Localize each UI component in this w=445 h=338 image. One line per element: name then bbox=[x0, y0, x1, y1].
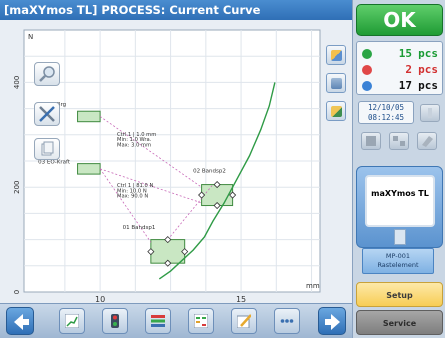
x-tick-label: 15 bbox=[236, 295, 246, 303]
device-screen: maXYmos TL bbox=[365, 175, 435, 227]
setup-button[interactable]: Setup bbox=[356, 282, 443, 307]
tools-button[interactable] bbox=[34, 102, 60, 126]
ok-button[interactable]: OK bbox=[356, 4, 443, 36]
traffic-light-icon bbox=[111, 314, 119, 328]
nok-count: 2 bbox=[405, 63, 412, 76]
curve-view-button[interactable] bbox=[59, 308, 85, 334]
network-icon bbox=[393, 136, 405, 146]
magnifier-icon bbox=[39, 66, 55, 82]
forward-button[interactable] bbox=[318, 307, 346, 335]
total-count-row: 17 pcs bbox=[357, 78, 442, 94]
more-button[interactable] bbox=[274, 308, 300, 334]
time-text: 08:12:45 bbox=[367, 113, 405, 122]
program-name: Rastelement bbox=[377, 261, 419, 269]
device-name: maXYmos TL bbox=[371, 189, 429, 198]
y-tick-label: 200 bbox=[13, 181, 21, 194]
y-axis-label: N bbox=[28, 33, 33, 41]
nok-count-row: 2 pcs bbox=[357, 62, 442, 78]
statistics-icon bbox=[194, 314, 208, 328]
more-icon bbox=[280, 319, 294, 323]
annotation-01: 01 Bandsp1 bbox=[123, 225, 156, 231]
right-panel: OK 15 pcs 2 pcs 17 pcs 12/10/05 08:12:45 bbox=[352, 0, 445, 338]
network-button[interactable] bbox=[389, 132, 409, 150]
device-stand bbox=[394, 229, 406, 245]
eraser-icon bbox=[422, 136, 433, 147]
list-icon bbox=[151, 315, 165, 327]
nok-status-icon bbox=[362, 65, 372, 75]
total-count-unit: pcs bbox=[418, 79, 438, 92]
ok-count-unit: pcs bbox=[418, 47, 438, 60]
ok-count-row: 15 pcs bbox=[357, 46, 442, 62]
arrow-left-icon bbox=[14, 314, 29, 330]
memory-button[interactable] bbox=[361, 132, 381, 150]
copy-icon bbox=[41, 141, 54, 156]
evaluation-text-line: Max: 3.0 mm bbox=[117, 142, 151, 148]
nok-count-unit: pcs bbox=[418, 63, 438, 76]
chart-panel: 10150200400mmN 04 Off-Brg03 EO-Kraft02 B… bbox=[0, 20, 352, 303]
edit-curve-button[interactable] bbox=[231, 308, 257, 334]
piece-counter: 15 pcs 2 pcs 17 pcs bbox=[356, 41, 443, 95]
memory-icon bbox=[366, 136, 376, 146]
chart-compare-button[interactable] bbox=[326, 73, 346, 93]
edit-curve-icon bbox=[237, 314, 251, 328]
ok-status-icon bbox=[362, 49, 372, 59]
x-tick-label: 10 bbox=[95, 295, 105, 303]
chart-view-button[interactable] bbox=[326, 45, 346, 65]
zoom-button[interactable] bbox=[34, 62, 60, 86]
window-title: [maXYmos TL] PROCESS: Current Curve bbox=[0, 0, 352, 20]
chart-export-icon bbox=[331, 106, 342, 117]
traffic-light-button[interactable] bbox=[102, 308, 128, 334]
eraser-button[interactable] bbox=[417, 132, 437, 150]
y-tick-label: 0 bbox=[13, 290, 21, 294]
app-root: [maXYmos TL] PROCESS: Current Curve 10 15… bbox=[0, 0, 445, 338]
results-list-button[interactable] bbox=[145, 308, 171, 334]
chart-view-icon bbox=[331, 50, 342, 61]
service-button[interactable]: Service bbox=[356, 310, 443, 335]
date-text: 12/10/05 bbox=[367, 103, 405, 112]
program-id: MP-001 bbox=[385, 252, 411, 260]
bottom-toolbar bbox=[0, 303, 352, 338]
total-count: 17 bbox=[398, 79, 412, 92]
info-button[interactable] bbox=[420, 104, 440, 122]
total-status-icon bbox=[362, 81, 372, 91]
curve-icon bbox=[65, 314, 79, 328]
chart-tool-column bbox=[326, 45, 348, 129]
chart-export-button[interactable] bbox=[326, 101, 346, 121]
eval-window-03 bbox=[77, 163, 101, 175]
y-tick-label: 400 bbox=[13, 76, 21, 89]
back-button[interactable] bbox=[6, 307, 34, 335]
info-icon bbox=[428, 108, 432, 118]
tools-icon bbox=[39, 106, 55, 122]
evaluation-text-line: Max: 90.0 N bbox=[117, 194, 148, 200]
copy-button[interactable] bbox=[34, 138, 60, 160]
ok-count: 15 bbox=[398, 47, 412, 60]
annotation-02: 02 Bandsp2 bbox=[193, 169, 226, 175]
program-box[interactable]: MP-001 Rastelement bbox=[362, 248, 434, 274]
statistics-button[interactable] bbox=[188, 308, 214, 334]
device-panel: maXYmos TL bbox=[356, 166, 443, 248]
arrow-right-icon bbox=[325, 314, 340, 330]
datetime-display: 12/10/05 08:12:45 bbox=[358, 101, 414, 124]
chart-compare-icon bbox=[331, 78, 342, 89]
x-axis-label: mm bbox=[306, 282, 320, 290]
eval-window-04 bbox=[77, 110, 101, 123]
